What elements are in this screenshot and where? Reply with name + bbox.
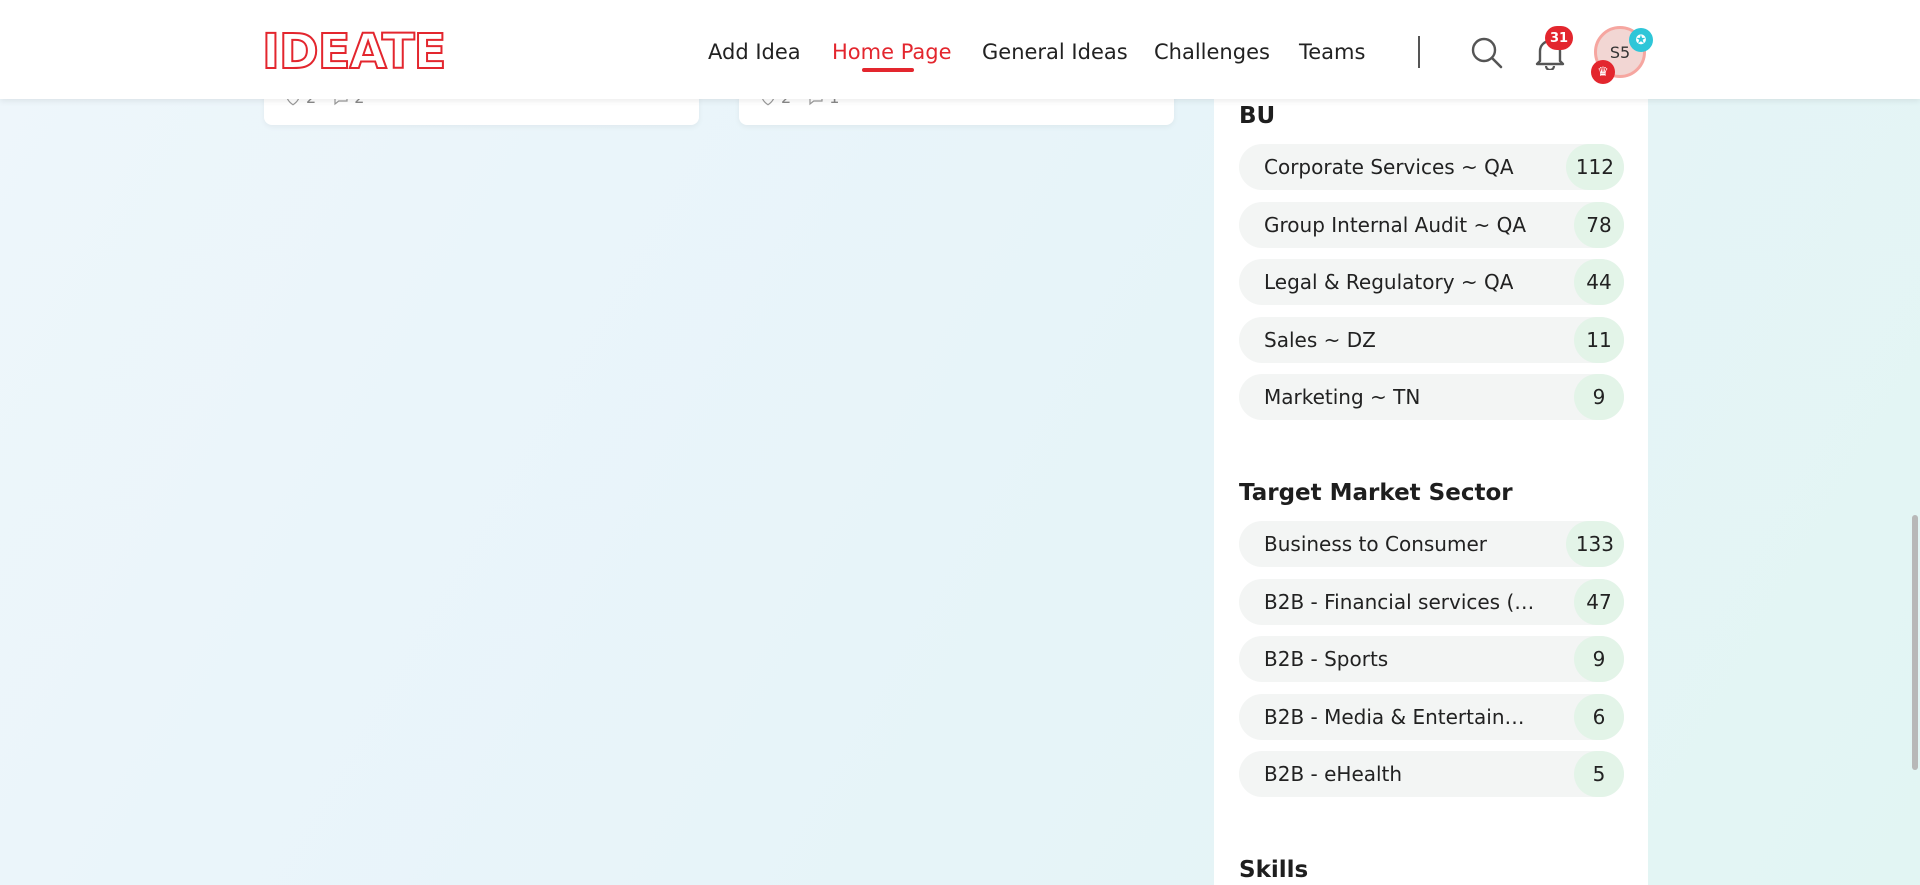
- sector-filter-item[interactable]: B2B - eHealth 5: [1239, 751, 1624, 797]
- nav-add-idea[interactable]: Add Idea: [708, 40, 801, 64]
- notification-count-badge: 31: [1545, 26, 1573, 50]
- search-icon[interactable]: [1470, 36, 1504, 70]
- sector-filter-item[interactable]: B2B - Sports 9: [1239, 636, 1624, 682]
- sector-filter-item[interactable]: Business to Consumer 133: [1239, 521, 1624, 567]
- nav-home-page[interactable]: Home Page: [832, 40, 952, 64]
- scrollbar-thumb[interactable]: [1912, 515, 1918, 770]
- bu-filter-item[interactable]: Group Internal Audit ~ QA 78: [1239, 202, 1624, 248]
- filter-label: B2B - Media & Entertainment: [1264, 705, 1539, 729]
- skills-section-title: Skills: [1239, 857, 1309, 883]
- filter-label: B2B - eHealth: [1264, 762, 1403, 786]
- avatar-initials: S5: [1609, 42, 1631, 62]
- bu-filter-item[interactable]: Sales ~ DZ 11: [1239, 317, 1624, 363]
- filter-label: Corporate Services ~ QA: [1264, 155, 1514, 179]
- filter-label: Business to Consumer: [1264, 532, 1487, 556]
- bu-filter-item[interactable]: Legal & Regulatory ~ QA 44: [1239, 259, 1624, 305]
- bu-filter-item[interactable]: Corporate Services ~ QA 112: [1239, 144, 1624, 190]
- active-nav-indicator: [862, 68, 914, 72]
- nav-challenges[interactable]: Challenges: [1154, 40, 1270, 64]
- award-icon: ✪: [1629, 28, 1653, 52]
- filter-label: B2B - Sports: [1264, 647, 1389, 671]
- sector-filter-item[interactable]: B2B - Financial services (Fin... 47: [1239, 579, 1624, 625]
- sector-filter-item[interactable]: B2B - Media & Entertainment 6: [1239, 694, 1624, 740]
- filter-count: 9: [1574, 636, 1624, 682]
- filter-count: 47: [1574, 579, 1624, 625]
- filter-count: 112: [1565, 144, 1624, 190]
- nav-teams[interactable]: Teams: [1299, 40, 1365, 64]
- filter-label: B2B - Financial services (Fin...: [1264, 590, 1539, 614]
- filter-count: 78: [1574, 202, 1624, 248]
- header-divider: [1418, 36, 1420, 68]
- filter-label: Group Internal Audit ~ QA: [1264, 213, 1527, 237]
- filter-count: 6: [1574, 694, 1624, 740]
- sector-section-title: Target Market Sector: [1239, 480, 1513, 506]
- filter-label: Legal & Regulatory ~ QA: [1264, 270, 1514, 294]
- filter-count: 5: [1574, 751, 1624, 797]
- filter-label: Marketing ~ TN: [1264, 385, 1421, 409]
- filter-count: 9: [1574, 374, 1624, 420]
- bu-section-title: BU: [1239, 103, 1276, 129]
- filter-count: 11: [1574, 317, 1624, 363]
- nav-general-ideas[interactable]: General Ideas: [982, 40, 1128, 64]
- bu-filter-item[interactable]: Marketing ~ TN 9: [1239, 374, 1624, 420]
- ideate-logo[interactable]: IDEATE: [261, 27, 447, 77]
- filter-count: 44: [1574, 259, 1624, 305]
- filter-count: 133: [1565, 521, 1624, 567]
- filter-label: Sales ~ DZ: [1264, 328, 1376, 352]
- trophy-icon: ♛: [1591, 60, 1615, 84]
- top-header: IDEATE Add Idea Home Page General Ideas …: [0, 0, 1920, 99]
